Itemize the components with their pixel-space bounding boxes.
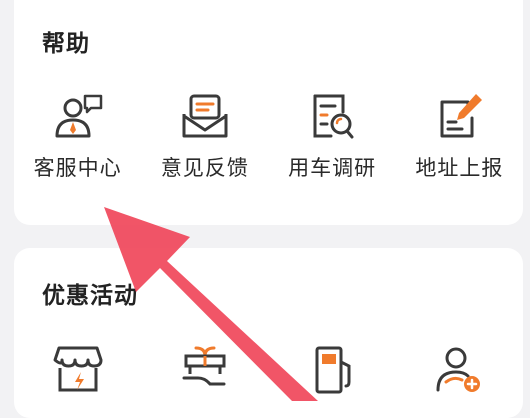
feedback-label: 意见反馈 [160, 156, 249, 180]
customer-service-icon [51, 92, 105, 142]
address-report-icon [432, 92, 486, 142]
customer-service-label: 客服中心 [33, 156, 122, 180]
survey-label: 用车调研 [288, 156, 377, 180]
customer-service-button[interactable]: 客服中心 [14, 92, 141, 182]
fuel-pump-icon [305, 344, 359, 394]
fuel-button[interactable] [269, 344, 396, 394]
help-card: 帮助 客服中心 意见反馈 用车调研 地址上报 [14, 0, 523, 225]
help-section-title: 帮助 [42, 31, 90, 57]
survey-icon [305, 92, 359, 142]
store-icon [51, 344, 105, 394]
promotions-section-title: 优惠活动 [42, 283, 138, 309]
gift-icon [178, 344, 232, 394]
store-button[interactable] [14, 344, 141, 394]
help-grid: 客服中心 意见反馈 用车调研 地址上报 [14, 92, 523, 182]
feedback-icon [178, 92, 232, 142]
invite-button[interactable] [396, 344, 523, 394]
address-report-label: 地址上报 [415, 156, 504, 180]
promotions-card: 优惠活动 [14, 248, 523, 418]
promotions-grid [14, 344, 523, 394]
invite-user-icon [432, 344, 486, 394]
address-report-button[interactable]: 地址上报 [396, 92, 523, 182]
survey-button[interactable]: 用车调研 [269, 92, 396, 182]
gift-button[interactable] [141, 344, 268, 394]
feedback-button[interactable]: 意见反馈 [141, 92, 268, 182]
